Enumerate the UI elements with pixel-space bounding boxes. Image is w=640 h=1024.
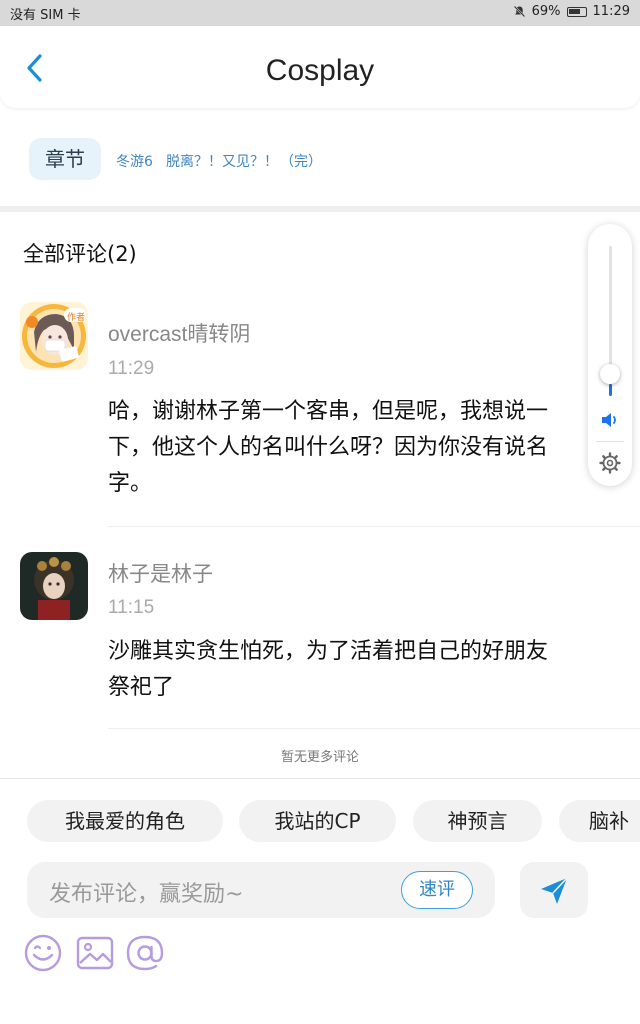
section-divider bbox=[0, 206, 640, 212]
battery-icon bbox=[566, 6, 587, 17]
comments-title: 全部评论(2) bbox=[23, 242, 137, 266]
quick-comment-chip[interactable]: 神预言 bbox=[413, 800, 542, 842]
volume-panel bbox=[588, 224, 632, 486]
comment-content: 沙雕其实贪生怕死，为了活着把自己的好朋友 祭祀了 bbox=[108, 634, 640, 706]
quick-review-button[interactable]: 速评 bbox=[401, 871, 473, 909]
comment-author[interactable]: 林子是林子 bbox=[108, 558, 213, 588]
comment-input-placeholder: 发布评论，赢奖励~ bbox=[49, 882, 244, 907]
volume-divider bbox=[596, 441, 624, 442]
author-badge: 作者 bbox=[67, 313, 86, 323]
chapter-section: 章节 冬游6 脱离？！ 又见？！ （完） bbox=[0, 108, 640, 206]
comment-line: 字。 bbox=[108, 471, 153, 496]
no-more-comments: 暂无更多评论 bbox=[280, 750, 359, 765]
mute-bell-icon bbox=[513, 5, 525, 18]
volume-slider-thumb[interactable] bbox=[600, 364, 620, 384]
clock-time: 11:29 bbox=[592, 4, 630, 19]
top-nav: Cosplay bbox=[0, 26, 640, 108]
avatar[interactable] bbox=[20, 552, 88, 620]
avatar[interactable]: 作者 bbox=[20, 302, 88, 370]
comment-line: 哈，谢谢林子第一个客串，但是呢，我想说一 bbox=[108, 399, 549, 424]
comment-line: 祭祀了 bbox=[108, 675, 175, 700]
comment-time: 11:15 bbox=[108, 597, 155, 618]
comment-input[interactable]: 发布评论，赢奖励~ 速评 bbox=[27, 862, 495, 918]
status-bar: 没有 SIM 卡 69% 11:29 bbox=[0, 0, 640, 26]
comment-divider bbox=[108, 728, 640, 729]
chapter-link[interactable]: 脱离？！ bbox=[166, 151, 222, 171]
gear-icon[interactable] bbox=[599, 452, 621, 474]
page-title: Cosplay bbox=[265, 54, 375, 87]
carrier-text: 没有 SIM 卡 bbox=[10, 8, 81, 23]
comment-content: 哈，谢谢林子第一个客串，但是呢，我想说一 下，他这个人的名叫什么呀？因为你没有说… bbox=[108, 394, 640, 502]
send-icon bbox=[541, 877, 568, 904]
avatar-image bbox=[20, 552, 88, 620]
comment-line: 下，他这个人的名叫什么呀？因为你没有说名 bbox=[108, 435, 549, 460]
status-right: 69% 11:29 bbox=[513, 4, 630, 19]
comment-author[interactable]: overcast晴转阴 bbox=[108, 318, 250, 348]
chapter-tag: 章节 bbox=[29, 138, 101, 180]
quick-comment-chip[interactable]: 我站的CP bbox=[239, 800, 396, 842]
battery-percent: 69% bbox=[531, 4, 561, 19]
chapter-link[interactable]: 又见？！ bbox=[222, 151, 278, 171]
comment-time: 11:29 bbox=[108, 358, 155, 379]
volume-fill bbox=[609, 384, 612, 396]
quick-comment-chip[interactable]: 脑补 bbox=[559, 800, 640, 842]
quick-comment-chip[interactable]: 我最爱的角色 bbox=[27, 800, 223, 842]
speaker-icon[interactable] bbox=[599, 410, 621, 430]
emoji-icon[interactable] bbox=[22, 932, 64, 974]
image-icon[interactable] bbox=[74, 932, 116, 974]
chapter-link[interactable]: （完） bbox=[280, 151, 322, 171]
chapter-link[interactable]: 冬游6 bbox=[116, 151, 153, 171]
send-button[interactable] bbox=[520, 862, 588, 918]
mention-icon[interactable] bbox=[124, 932, 166, 974]
comment-line: 沙雕其实贪生怕死，为了活着把自己的好朋友 bbox=[108, 639, 549, 664]
comment-divider bbox=[108, 526, 640, 527]
